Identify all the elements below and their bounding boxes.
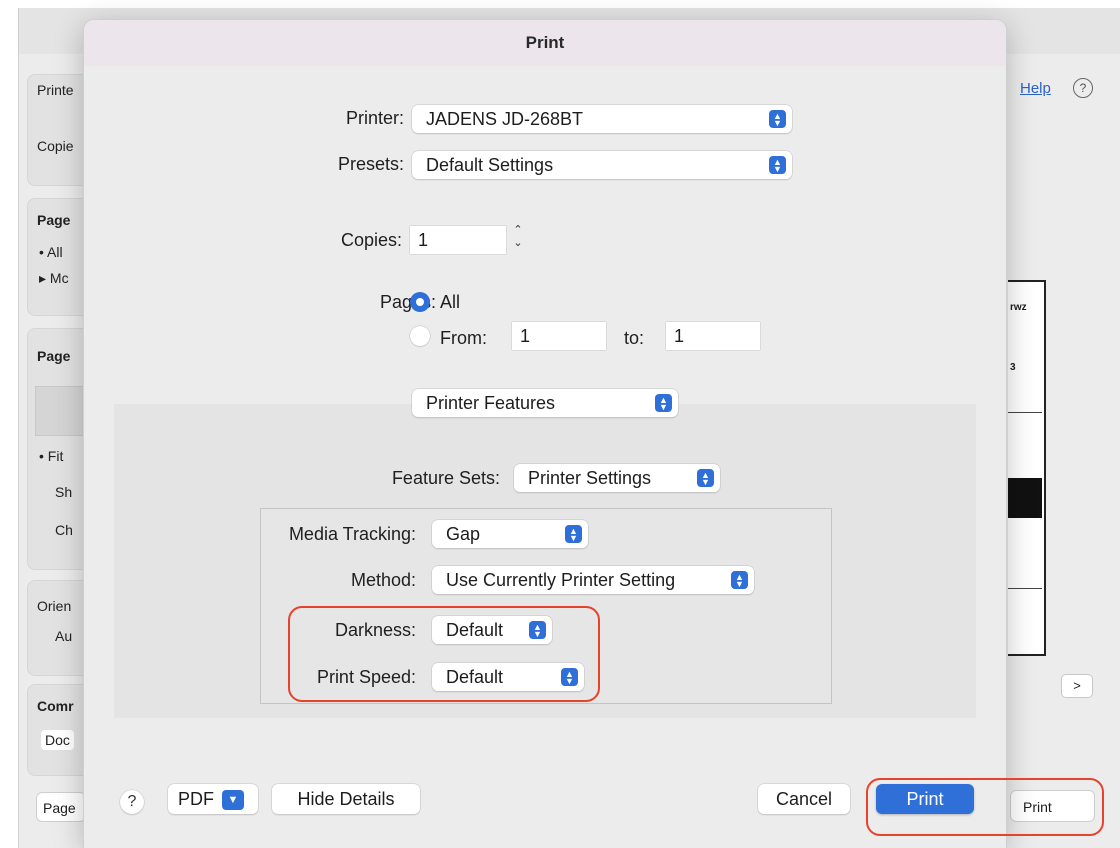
bg-checkbox-ch[interactable]: Ch [55, 522, 73, 538]
bg-label-pages: Page [37, 212, 71, 228]
print-speed-popup[interactable]: Default ▲ ▼ [432, 663, 584, 691]
pdf-label: PDF [178, 789, 214, 809]
section-popup[interactable]: Printer Features ▲ ▼ [412, 389, 678, 417]
bg-label-comments: Comr [37, 698, 74, 714]
pages-from-field[interactable]: 1 [512, 322, 606, 350]
bg-radio-auto[interactable]: Au [55, 628, 72, 644]
background-help-link[interactable]: Help [1020, 80, 1051, 97]
background-page-setup-button[interactable]: Page [36, 792, 86, 822]
preview-line [1008, 412, 1042, 413]
chevron-down-icon: ▼ [222, 790, 244, 811]
bg-radio-all[interactable]: • All [39, 244, 63, 260]
feature-sets-popup[interactable]: Printer Settings ▲ ▼ [514, 464, 720, 492]
darkness-value: Default [446, 620, 504, 640]
cancel-button[interactable]: Cancel [758, 784, 850, 814]
preview-text-mid: 3 [1010, 362, 1016, 373]
preview-black-block [1008, 478, 1042, 518]
popup-arrows-icon: ▲ ▼ [561, 668, 578, 686]
print-speed-label: Print Speed: [316, 667, 416, 687]
presets-label: Presets: [337, 154, 404, 174]
copies-label: Copies: [340, 230, 402, 250]
media-tracking-label: Media Tracking: [288, 524, 416, 544]
pdf-menu-button[interactable]: PDF ▼ [168, 784, 258, 814]
preview-text-top: rwz [1010, 302, 1027, 313]
help-button[interactable]: ? [120, 790, 144, 814]
media-tracking-popup[interactable]: Gap ▲ ▼ [432, 520, 588, 548]
printer-label: Printer: [345, 108, 404, 128]
preview-line [1008, 588, 1042, 589]
bg-radio-show[interactable]: Sh [55, 484, 72, 500]
feature-sets-label: Feature Sets: [391, 468, 500, 488]
method-value: Use Currently Printer Setting [446, 570, 676, 590]
popup-arrows-icon: ▲ ▼ [731, 571, 748, 589]
pages-to-field[interactable]: 1 [666, 322, 760, 350]
bg-label-orientation: Orien [37, 598, 72, 614]
method-label: Method: [350, 570, 416, 590]
print-speed-value: Default [446, 667, 504, 687]
pages-all-label: All [440, 292, 461, 312]
print-dialog: Print Printer: JADENS JD-268BT ▲ ▼ Preset… [84, 20, 1006, 848]
popup-arrows-icon: ▲ ▼ [769, 156, 786, 174]
bg-disclosure-more[interactable]: ▸ Mc [39, 270, 69, 287]
presets-value: Default Settings [426, 155, 554, 175]
bg-doc-field[interactable]: Doc [41, 730, 74, 750]
dialog-title: Print [84, 20, 1006, 66]
popup-arrows-icon: ▲ ▼ [769, 110, 786, 128]
printer-value: JADENS JD-268BT [426, 109, 584, 129]
popup-arrows-icon: ▲ ▼ [697, 469, 714, 487]
section-popup-value: Printer Features [426, 393, 556, 413]
feature-sets-value: Printer Settings [528, 468, 652, 488]
pages-from-label: From: [440, 328, 487, 348]
background-next-page-button[interactable]: > [1061, 674, 1093, 698]
bg-radio-fit[interactable]: • Fit [39, 448, 63, 464]
method-popup[interactable]: Use Currently Printer Setting ▲ ▼ [432, 566, 754, 594]
darkness-label: Darkness: [334, 620, 416, 640]
background-preview-page: rwz 3 [1008, 280, 1046, 656]
media-tracking-value: Gap [446, 524, 481, 544]
hide-details-button[interactable]: Hide Details [272, 784, 420, 814]
bg-label-printer: Printe [37, 82, 74, 98]
copies-field[interactable]: 1 [410, 226, 506, 254]
printer-popup[interactable]: JADENS JD-268BT ▲ ▼ [412, 105, 792, 133]
presets-popup[interactable]: Default Settings ▲ ▼ [412, 151, 792, 179]
copies-stepper-icon[interactable]: ⌃ ⌄ [510, 224, 526, 254]
pages-to-label: to: [624, 328, 645, 348]
popup-arrows-icon: ▲ ▼ [529, 621, 546, 639]
help-circle-icon[interactable]: ? [1073, 78, 1093, 98]
popup-arrows-icon: ▲ ▼ [655, 394, 672, 412]
print-button-highlight [866, 778, 1104, 836]
popup-arrows-icon: ▲ ▼ [565, 525, 582, 543]
darkness-popup[interactable]: Default ▲ ▼ [432, 616, 552, 644]
bg-label-copies: Copie [37, 138, 74, 154]
pages-from-radio[interactable] [410, 326, 430, 346]
pages-all-radio[interactable] [410, 292, 430, 312]
bg-label-page-scale: Page [37, 348, 71, 364]
